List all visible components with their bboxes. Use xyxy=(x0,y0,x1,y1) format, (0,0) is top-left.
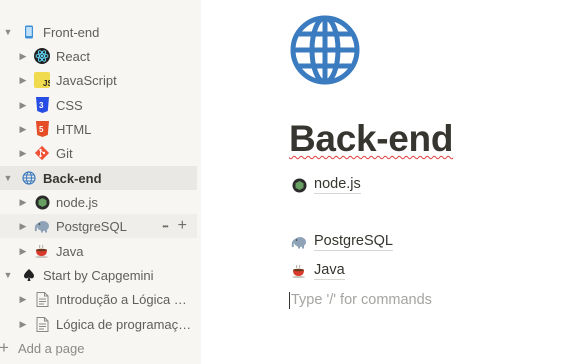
sidebar: ▼ Front-end ▶ React ▶ JS JavaScript ▶ 3 … xyxy=(0,0,201,364)
sidebar-item-git[interactable]: ▶ Git xyxy=(0,141,197,165)
chevron-right-icon[interactable]: ▶ xyxy=(16,122,30,136)
sidebar-item-label: Start by Capgemini xyxy=(43,267,154,283)
subpage-link-postgresql[interactable]: PostgreSQL xyxy=(290,230,393,254)
subpage-link-java[interactable]: Java xyxy=(290,259,345,283)
chevron-down-icon[interactable]: ▼ xyxy=(1,268,15,282)
sidebar-item-html[interactable]: ▶ 5 HTML xyxy=(0,117,197,141)
sidebar-item-label: JavaScript xyxy=(56,72,117,88)
chevron-right-icon[interactable]: ▶ xyxy=(16,244,30,258)
sidebar-item-label: PostgreSQL xyxy=(56,218,127,234)
nodejs-icon xyxy=(290,176,308,194)
sidebar-item-introducao-a-logica[interactable]: ▶ Introdução a Lógica … xyxy=(0,287,197,311)
chevron-right-icon[interactable]: ▶ xyxy=(16,317,30,331)
elephant-icon xyxy=(33,217,51,235)
sidebar-item-front-end[interactable]: ▼ Front-end xyxy=(0,20,197,44)
mobile-phone-icon xyxy=(20,23,38,41)
javascript-icon: JS xyxy=(33,71,51,89)
coffee-icon xyxy=(290,262,308,280)
svg-text:5: 5 xyxy=(39,125,44,134)
subpage-link-label: node.js xyxy=(314,176,361,194)
chevron-right-icon[interactable]: ▶ xyxy=(16,146,30,160)
nodejs-icon xyxy=(33,193,51,211)
sidebar-item-label: Git xyxy=(56,145,73,161)
sidebar-item-back-end[interactable]: ▼ Back-end xyxy=(0,166,197,190)
sidebar-item-node-js[interactable]: ▶ node.js xyxy=(0,190,197,214)
svg-text:3: 3 xyxy=(39,101,44,110)
empty-block-input[interactable]: Type '/' for commands xyxy=(289,290,432,310)
sidebar-item-label: CSS xyxy=(56,97,83,113)
sidebar-item-label: node.js xyxy=(56,194,98,210)
chevron-down-icon[interactable]: ▼ xyxy=(1,171,15,185)
html5-icon: 5 xyxy=(33,120,51,138)
sidebar-item-label: Front-end xyxy=(43,24,100,40)
sidebar-item-label: Introdução a Lógica … xyxy=(56,291,187,307)
css3-icon: 3 xyxy=(33,96,51,114)
globe-icon[interactable] xyxy=(289,14,361,86)
sidebar-item-label: Back-end xyxy=(43,170,102,186)
more-icon[interactable]: ••• xyxy=(162,222,168,231)
chevron-right-icon[interactable]: ▶ xyxy=(16,195,30,209)
sidebar-item-label: Lógica de programaç… xyxy=(56,316,192,332)
row-actions: ••• + xyxy=(162,218,187,234)
document-icon xyxy=(33,315,51,333)
spade-icon xyxy=(20,266,38,284)
plus-icon[interactable]: + xyxy=(178,218,187,234)
chevron-down-icon[interactable]: ▼ xyxy=(1,25,15,39)
sidebar-item-logica-de-programacao[interactable]: ▶ Lógica de programaç… xyxy=(0,312,197,336)
sidebar-item-javascript[interactable]: ▶ JS JavaScript xyxy=(0,68,197,92)
subpage-link-node-js[interactable]: node.js xyxy=(290,173,361,197)
chevron-right-icon[interactable]: ▶ xyxy=(16,219,30,233)
coffee-icon xyxy=(33,242,51,260)
add-page-button[interactable]: + Add a page xyxy=(0,336,197,360)
globe-icon xyxy=(20,169,38,187)
page-title-text: Back-end xyxy=(289,118,454,159)
react-icon xyxy=(33,47,51,65)
add-page-label: Add a page xyxy=(17,340,85,356)
chevron-right-icon[interactable]: ▶ xyxy=(16,73,30,87)
subpage-link-label: Java xyxy=(314,262,345,280)
sidebar-item-java[interactable]: ▶ Java xyxy=(0,239,197,263)
text-caret xyxy=(289,291,290,309)
chevron-right-icon[interactable]: ▶ xyxy=(16,98,30,112)
placeholder-text: Type '/' for commands xyxy=(291,292,432,308)
sidebar-item-label: HTML xyxy=(56,121,92,137)
sidebar-item-postgresql[interactable]: ▶ PostgreSQL ••• + xyxy=(0,214,197,238)
sidebar-item-css[interactable]: ▶ 3 CSS xyxy=(0,93,197,117)
sidebar-item-start-by-capgemini[interactable]: ▼ Start by Capgemini xyxy=(0,263,197,287)
plus-icon: + xyxy=(0,338,9,357)
page-title[interactable]: Back-end xyxy=(289,118,453,160)
elephant-icon xyxy=(290,233,308,251)
chevron-right-icon[interactable]: ▶ xyxy=(16,292,30,306)
svg-text:JS: JS xyxy=(43,79,50,88)
sidebar-item-label: React xyxy=(56,48,90,64)
chevron-right-icon[interactable]: ▶ xyxy=(16,49,30,63)
sidebar-item-label: Java xyxy=(56,243,84,259)
document-icon xyxy=(33,290,51,308)
subpage-link-label: PostgreSQL xyxy=(314,233,393,251)
sidebar-item-react[interactable]: ▶ React xyxy=(0,44,197,68)
git-icon xyxy=(33,144,51,162)
